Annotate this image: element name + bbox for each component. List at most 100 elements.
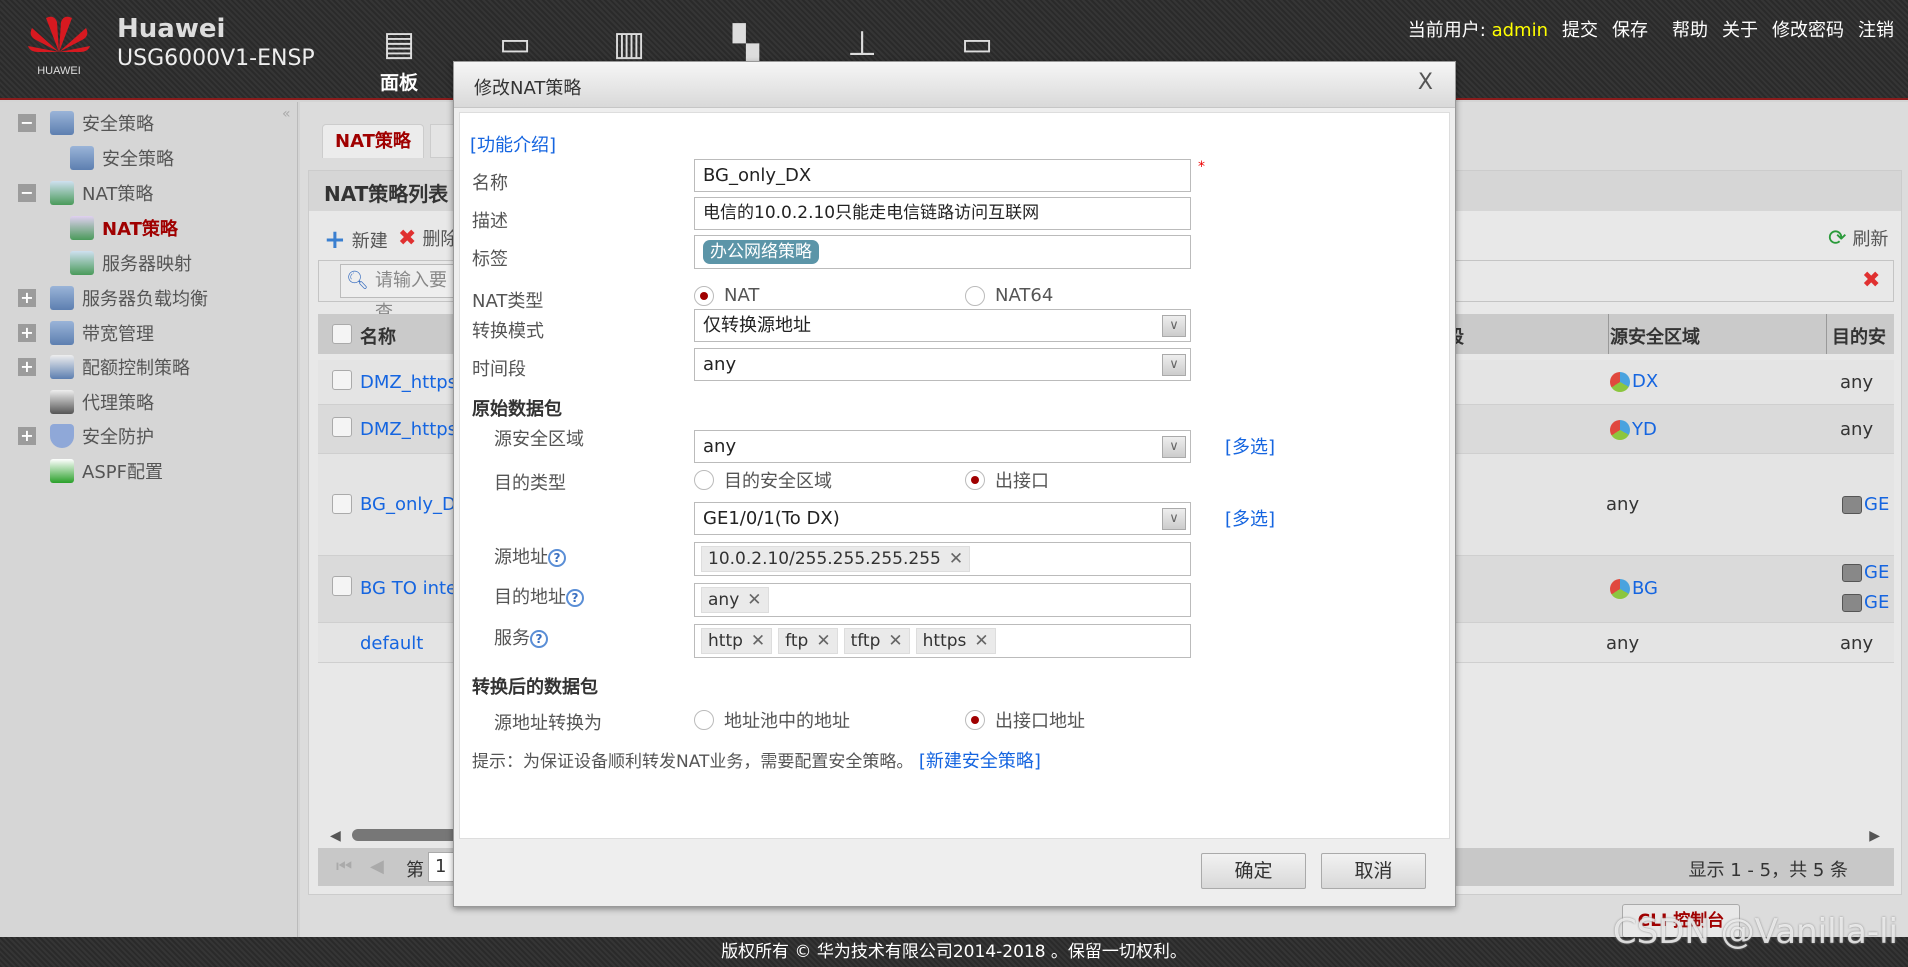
column-name[interactable]: 名称 bbox=[360, 323, 396, 349]
row-checkbox[interactable] bbox=[332, 370, 352, 390]
sidebar-item-server-load-balancing[interactable]: + 服务器负载均衡 bbox=[18, 285, 208, 311]
help-icon[interactable]: ? bbox=[530, 630, 548, 648]
address-chip[interactable]: any ✕ bbox=[701, 587, 769, 613]
network-icon[interactable]: ⊥ bbox=[840, 22, 884, 66]
sidebar-item-security-policy-group[interactable]: − 安全策略 bbox=[18, 110, 154, 136]
first-page-icon[interactable]: ⏮ bbox=[336, 856, 352, 877]
column-src-zone[interactable]: 源安全区域 bbox=[1610, 323, 1700, 349]
help-icon[interactable]: ? bbox=[566, 589, 584, 607]
service-chip[interactable]: tftp ✕ bbox=[843, 628, 910, 654]
expand-icon[interactable]: + bbox=[18, 289, 36, 307]
remove-icon[interactable]: ✕ bbox=[949, 549, 963, 569]
row-checkbox[interactable] bbox=[332, 494, 352, 514]
ok-button[interactable]: 确定 bbox=[1201, 853, 1306, 889]
help-icon[interactable]: ? bbox=[548, 549, 566, 567]
description-input[interactable]: 电信的10.0.2.10只能走电信链路访问互联网 bbox=[694, 197, 1191, 230]
egress-multi-select-link[interactable]: [多选] bbox=[1225, 505, 1275, 531]
tag-chip[interactable]: 办公网络策略 bbox=[703, 240, 819, 264]
chevron-down-icon[interactable]: ∨ bbox=[1162, 354, 1186, 376]
radio-icon[interactable] bbox=[694, 470, 714, 490]
row-checkbox[interactable] bbox=[332, 417, 352, 437]
sidebar-item-server-mapping[interactable]: 服务器映射 bbox=[70, 250, 192, 276]
expand-icon[interactable]: + bbox=[18, 427, 36, 445]
translate-pool-radio[interactable]: 地址池中的地址 bbox=[694, 707, 850, 733]
remove-icon[interactable]: ✕ bbox=[974, 631, 988, 651]
expand-icon[interactable]: + bbox=[18, 358, 36, 376]
remove-icon[interactable]: ✕ bbox=[816, 631, 830, 651]
row-name[interactable]: BG TO inter bbox=[360, 578, 465, 599]
translation-mode-select[interactable]: 仅转换源地址 ∨ bbox=[694, 309, 1191, 342]
remove-icon[interactable]: ✕ bbox=[888, 631, 902, 651]
row-name[interactable]: DMZ_httpse bbox=[360, 372, 468, 393]
sidebar-item-bandwidth[interactable]: + 带宽管理 bbox=[18, 320, 154, 346]
row-name[interactable]: DMZ_httpse bbox=[360, 419, 468, 440]
radio-icon[interactable] bbox=[965, 285, 985, 306]
sidebar-item-aspf[interactable]: ASPF配置 bbox=[50, 458, 163, 484]
collapse-icon[interactable]: − bbox=[18, 184, 36, 202]
service-chip[interactable]: http ✕ bbox=[701, 628, 773, 654]
change-password-link[interactable]: 修改密码 bbox=[1772, 16, 1844, 42]
service-input[interactable]: http ✕ ftp ✕ tftp ✕ https ✕ bbox=[694, 624, 1191, 658]
clear-filter-icon[interactable]: ✖ bbox=[1862, 268, 1880, 293]
help-link[interactable]: 帮助 bbox=[1672, 16, 1708, 42]
column-dst-zone[interactable]: 目的安 bbox=[1832, 323, 1886, 349]
chevron-down-icon[interactable]: ∨ bbox=[1162, 436, 1186, 458]
about-link[interactable]: 关于 bbox=[1722, 16, 1758, 42]
destination-address-input[interactable]: any ✕ bbox=[694, 583, 1191, 617]
refresh-button[interactable]: ⟳ 刷新 bbox=[1828, 225, 1888, 251]
cancel-button[interactable]: 取消 bbox=[1321, 853, 1426, 889]
address-chip[interactable]: 10.0.2.10/255.255.255.255 ✕ bbox=[701, 546, 971, 572]
policy-icon[interactable]: ▥ bbox=[607, 22, 651, 66]
scroll-right-icon[interactable]: ▶ bbox=[1869, 828, 1880, 844]
remove-icon[interactable]: ✕ bbox=[747, 590, 761, 610]
chevron-down-icon[interactable]: ∨ bbox=[1162, 315, 1186, 337]
service-chip[interactable]: https ✕ bbox=[915, 628, 996, 654]
source-zone-multi-select-link[interactable]: [多选] bbox=[1225, 433, 1275, 459]
radio-selected-icon[interactable] bbox=[694, 285, 714, 306]
dashboard-icon[interactable]: ▤ bbox=[377, 22, 421, 66]
expand-icon[interactable]: + bbox=[18, 324, 36, 342]
close-icon[interactable]: X bbox=[1418, 70, 1433, 95]
radio-selected-icon[interactable] bbox=[965, 470, 985, 490]
collapse-icon[interactable]: − bbox=[18, 114, 36, 132]
radio-selected-icon[interactable] bbox=[965, 710, 985, 730]
submit-link[interactable]: 提交 bbox=[1562, 16, 1598, 42]
prev-page-icon[interactable]: ◀ bbox=[370, 856, 384, 877]
monitor-icon[interactable]: ▭ bbox=[493, 22, 537, 66]
service-chip[interactable]: ftp ✕ bbox=[778, 628, 838, 654]
sidebar-item-nat-policy[interactable]: NAT策略 bbox=[70, 215, 178, 241]
row-name[interactable]: default bbox=[360, 633, 423, 654]
sidebar-item-security-policy[interactable]: 安全策略 bbox=[70, 145, 174, 171]
sidebar-item-nat-policy-group[interactable]: − NAT策略 bbox=[18, 180, 153, 206]
scroll-left-icon[interactable]: ◀ bbox=[330, 828, 341, 844]
remove-icon[interactable]: ✕ bbox=[751, 631, 765, 651]
nat-type-nat-radio[interactable]: NAT bbox=[694, 285, 759, 306]
dialog-title-bar[interactable]: 修改NAT策略 bbox=[454, 62, 1455, 108]
feature-intro-link[interactable]: [功能介绍] bbox=[470, 131, 556, 157]
dst-type-egress-radio[interactable]: 出接口 bbox=[965, 467, 1049, 493]
sidebar-item-security-protection[interactable]: + 安全防护 bbox=[18, 423, 154, 449]
translate-egress-radio[interactable]: 出接口地址 bbox=[965, 707, 1085, 733]
save-link[interactable]: 保存 bbox=[1612, 16, 1648, 42]
dst-type-zone-radio[interactable]: 目的安全区域 bbox=[694, 467, 832, 493]
sidebar-item-quota-control[interactable]: + 配额控制策略 bbox=[18, 354, 190, 380]
nat-type-nat64-radio[interactable]: NAT64 bbox=[965, 285, 1053, 306]
tab-nat-policy[interactable]: NAT策略 bbox=[322, 124, 424, 158]
sidebar-item-proxy-policy[interactable]: 代理策略 bbox=[50, 389, 154, 415]
delete-button[interactable]: ✖ 删除 bbox=[398, 225, 458, 251]
tag-input[interactable]: 办公网络策略 bbox=[694, 235, 1191, 269]
collapse-sidebar-button[interactable]: « bbox=[282, 106, 291, 122]
name-input[interactable]: BG_only_DX bbox=[694, 159, 1191, 192]
egress-interface-select[interactable]: GE1/0/1(To DX) ∨ bbox=[694, 502, 1191, 535]
time-range-select[interactable]: any ∨ bbox=[694, 348, 1191, 381]
select-all-checkbox[interactable] bbox=[332, 324, 352, 344]
system-icon[interactable]: ▭ bbox=[955, 22, 999, 66]
new-security-policy-link[interactable]: [新建安全策略] bbox=[919, 751, 1041, 772]
new-button[interactable]: + 新建 bbox=[324, 225, 388, 255]
source-address-input[interactable]: 10.0.2.10/255.255.255.255 ✕ bbox=[694, 542, 1191, 576]
logout-link[interactable]: 注销 bbox=[1858, 16, 1894, 42]
row-name[interactable]: BG_only_D bbox=[360, 494, 456, 515]
nav-dashboard-label[interactable]: 面板 bbox=[380, 68, 418, 95]
radio-icon[interactable] bbox=[694, 710, 714, 730]
source-zone-select[interactable]: any ∨ bbox=[694, 430, 1191, 463]
